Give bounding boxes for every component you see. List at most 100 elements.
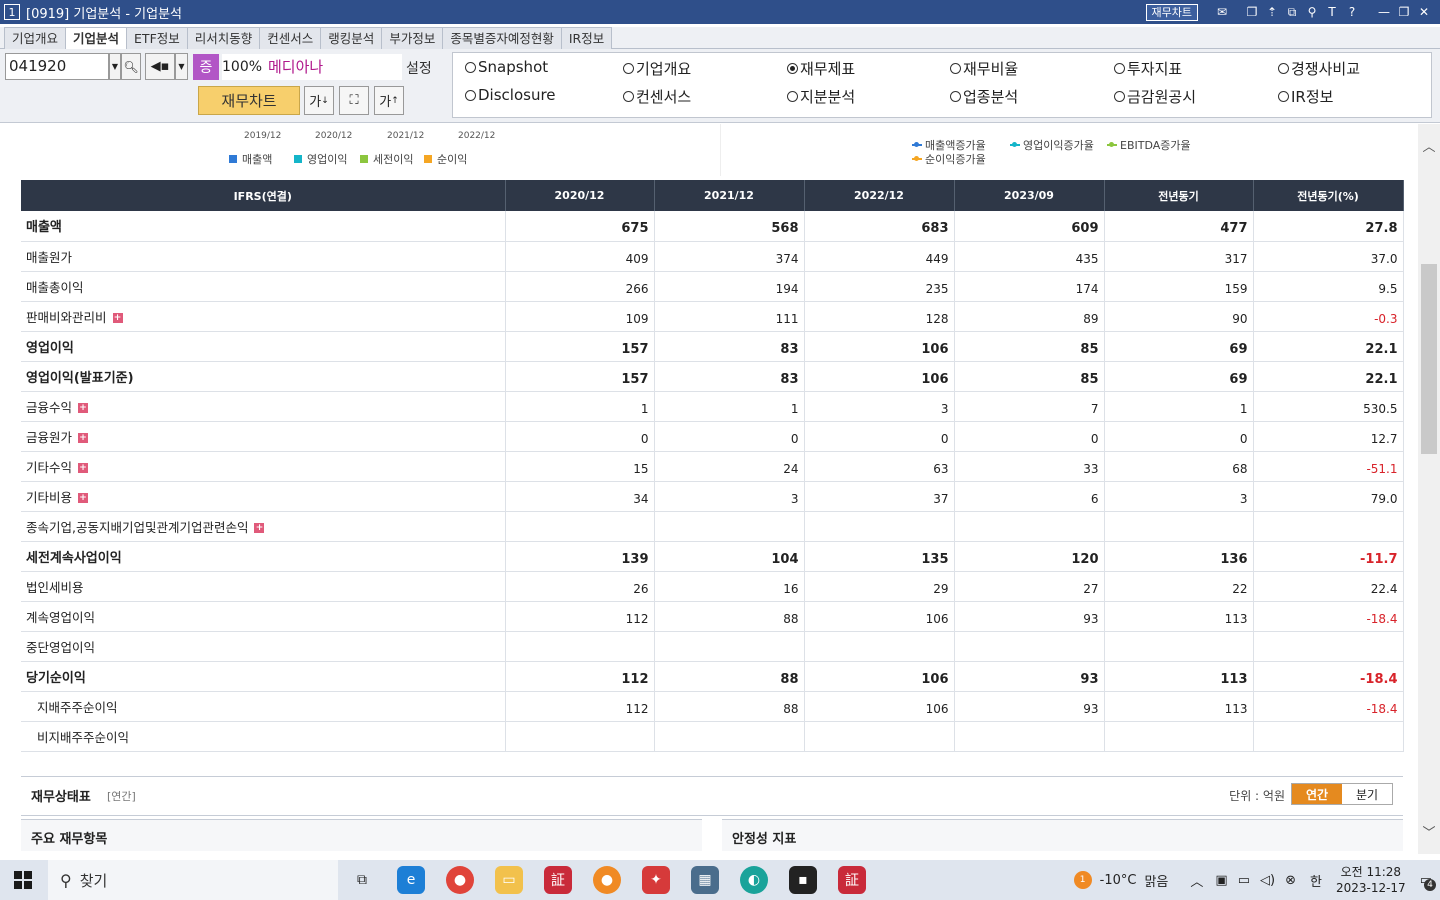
task-view-icon[interactable]: ⧉ (348, 866, 376, 894)
tab-6[interactable]: 부가정보 (381, 27, 444, 49)
font-size-up-button[interactable]: 가 ↑ (374, 86, 404, 115)
vertical-scrollbar[interactable]: ︿ ﹀ (1418, 124, 1440, 854)
hts-app-icon[interactable]: 証 (544, 866, 572, 894)
hts-app-active-icon[interactable]: 証 (838, 866, 866, 894)
text-size-icon[interactable]: T (1322, 5, 1342, 19)
system-tray: 1 -10°C 맑음 ︿ ▣ ▭ ◁) ⊗ 한 오전 11:28 2023-12… (1073, 860, 1440, 900)
fit-screen-icon[interactable]: ⛶ (339, 86, 369, 115)
value-cell: 135 (804, 540, 955, 572)
radio-5[interactable]: 경쟁사비교 (1278, 58, 1360, 79)
column-header[interactable]: 전년동기(%) (1253, 180, 1404, 211)
speaker-icon[interactable]: ◀▪ (145, 53, 175, 80)
value-cell: 0 (804, 421, 955, 452)
radio-6[interactable]: Disclosure (465, 86, 556, 104)
mail-icon[interactable]: ✉ (1212, 5, 1232, 19)
expand-plus-icon[interactable]: + (78, 493, 89, 503)
tab-5[interactable]: 랭킹분석 (320, 27, 383, 49)
window-number: 1 (4, 4, 20, 20)
tab-0[interactable]: 기업개요 (4, 27, 67, 49)
radio-9[interactable]: 업종분석 (950, 86, 1018, 107)
column-header[interactable]: 2020/12 (505, 180, 655, 211)
radio-7[interactable]: 컨센서스 (623, 86, 691, 107)
expand-plus-icon[interactable]: + (78, 403, 89, 413)
speaker-dropdown-icon[interactable]: ▼ (175, 53, 188, 80)
radio-dot-icon (465, 89, 476, 101)
value-cell: 85 (954, 330, 1105, 362)
code-dropdown-icon[interactable]: ▼ (109, 53, 121, 80)
scroll-up-icon[interactable]: ︿ (1418, 136, 1440, 155)
tray-chevron-icon[interactable]: ︿ (1190, 871, 1203, 890)
window-restore-icon[interactable]: ❐ (1242, 5, 1262, 19)
browser-app-icon[interactable]: ◐ (740, 866, 768, 894)
scrollbar-thumb[interactable] (1421, 264, 1437, 454)
column-header[interactable]: 2021/12 (654, 180, 805, 211)
legend-line-icon (912, 156, 922, 161)
close-icon[interactable]: ✕ (1414, 5, 1434, 19)
expand-plus-icon[interactable]: + (112, 313, 123, 323)
pin-icon[interactable]: ⚲ (1302, 5, 1322, 19)
value-cell: 22.1 (1253, 361, 1404, 392)
row-label-cell: 기타비용 + (21, 481, 506, 512)
radio-0[interactable]: Snapshot (465, 58, 548, 76)
volume-icon[interactable]: ◁) (1260, 873, 1275, 888)
stock-code-input[interactable]: 041920 (5, 53, 109, 80)
toggle-annual[interactable]: 연간 (1292, 784, 1342, 804)
font-size-down-button[interactable]: 가 ↓ (304, 86, 334, 115)
radio-4[interactable]: 투자지표 (1114, 58, 1182, 79)
toggle-quarter[interactable]: 분기 (1342, 784, 1392, 804)
game-app-icon[interactable]: ✦ (642, 866, 670, 894)
expand-plus-icon[interactable]: + (78, 433, 89, 443)
radio-3[interactable]: 재무비율 (950, 58, 1018, 79)
maximize-icon[interactable]: ❐ (1394, 5, 1414, 19)
tray-app-icon[interactable]: ▣ (1215, 873, 1227, 888)
legend-line-icon (1107, 142, 1117, 147)
arrow-up-icon[interactable]: ⇡ (1262, 5, 1282, 19)
edge-icon[interactable]: e (397, 866, 425, 894)
search-icon[interactable]: 🔍︎ (121, 53, 141, 80)
kakao-icon[interactable]: ● (593, 866, 621, 894)
radio-10[interactable]: 금감원공시 (1114, 86, 1196, 107)
file-explorer-icon[interactable]: ▭ (495, 866, 523, 894)
radio-8[interactable]: 지분분석 (787, 86, 855, 107)
tab-7[interactable]: 종목별증자예정현황 (442, 27, 562, 49)
network-icon[interactable]: ▭ (1238, 873, 1250, 888)
calculator-icon[interactable]: ▦ (691, 866, 719, 894)
sticky-notes-icon[interactable]: ▪ (789, 866, 817, 894)
copy-window-icon[interactable]: ⧉ (1282, 5, 1302, 20)
tray-x-icon[interactable]: ⊗ (1285, 873, 1296, 888)
tab-1[interactable]: 기업분석 (65, 27, 128, 49)
value-cell: 120 (954, 540, 1105, 572)
value-cell: 113 (1104, 601, 1254, 632)
column-header[interactable]: 2023/09 (954, 180, 1105, 211)
windows-start-icon[interactable] (14, 871, 32, 889)
tab-3[interactable]: 리서치동향 (186, 27, 261, 49)
tab-2[interactable]: ETF정보 (126, 27, 188, 49)
clock[interactable]: 오전 11:28 2023-12-17 (1336, 864, 1406, 896)
column-header[interactable]: 전년동기 (1104, 180, 1254, 211)
radio-1[interactable]: 기업개요 (623, 58, 691, 79)
radio-2[interactable]: 재무제표 (787, 58, 855, 79)
help-icon[interactable]: ? (1342, 5, 1362, 19)
tab-4[interactable]: 컨센서스 (259, 27, 322, 49)
weather-icon[interactable]: 1 (1073, 871, 1092, 889)
value-cell: 113 (1104, 661, 1254, 692)
scroll-down-icon[interactable]: ﹀ (1418, 822, 1440, 841)
value-cell: 12.7 (1253, 421, 1404, 452)
expand-plus-icon[interactable]: + (78, 463, 89, 473)
value-cell: 449 (804, 241, 955, 272)
chrome-icon[interactable]: ● (446, 866, 474, 894)
finance-chart-title-button[interactable]: 재무차트 (1145, 3, 1198, 21)
tab-8[interactable]: IR정보 (560, 27, 613, 49)
notification-icon[interactable]: ▭4 (1420, 873, 1436, 891)
taskbar-search[interactable]: ⚲ 찾기 (48, 860, 338, 900)
value-cell: 477 (1104, 211, 1254, 242)
expand-plus-icon[interactable]: + (254, 523, 265, 533)
value-cell (954, 511, 1105, 542)
radio-11[interactable]: IR정보 (1278, 86, 1333, 107)
setting-button[interactable]: 설정 (406, 58, 432, 78)
minimize-icon[interactable]: — (1374, 5, 1394, 19)
finance-chart-button[interactable]: 재무차트 (198, 86, 300, 115)
ime-indicator[interactable]: 한 (1310, 871, 1322, 890)
column-header[interactable]: 2022/12 (804, 180, 955, 211)
value-cell: 83 (654, 361, 805, 392)
